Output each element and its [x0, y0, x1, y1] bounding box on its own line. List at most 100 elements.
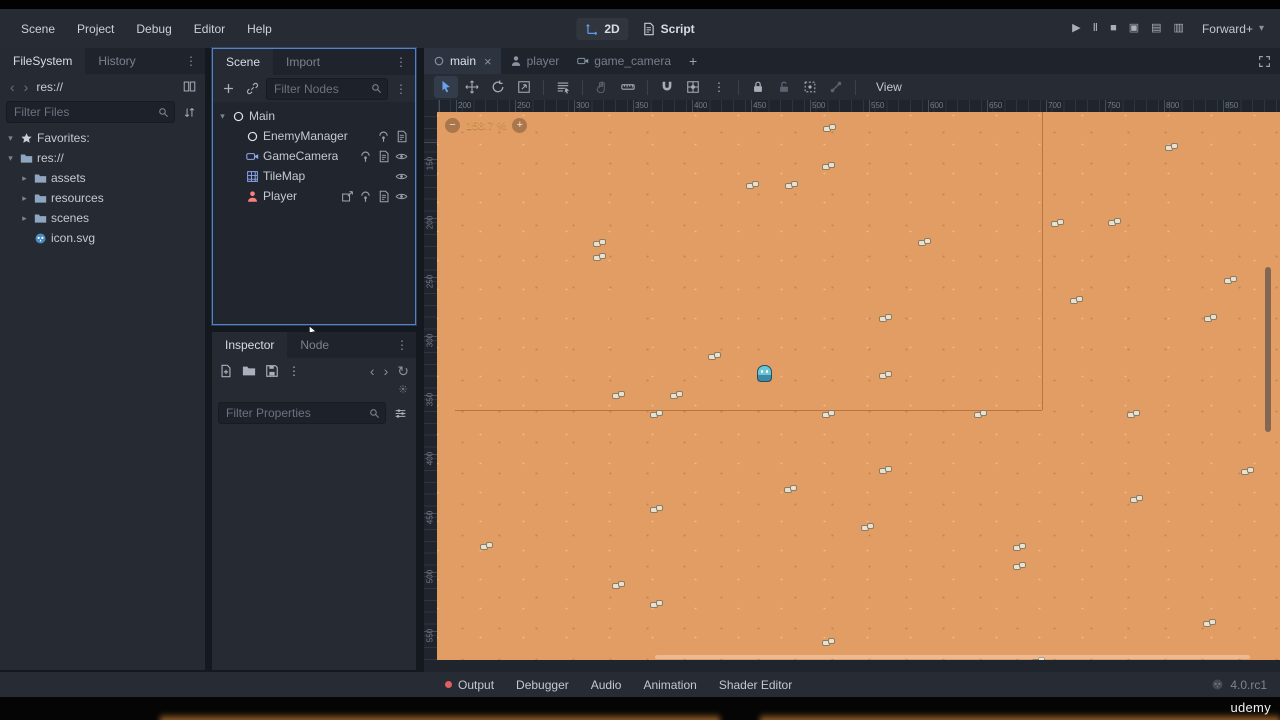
expander-icon[interactable]: ▸: [19, 173, 30, 184]
select-tool[interactable]: [434, 76, 458, 98]
scene-node-main[interactable]: ▾ Main: [213, 106, 415, 126]
filesystem-tab-history[interactable]: History: [85, 48, 148, 74]
list-select-tool[interactable]: [551, 76, 575, 98]
new-resource-button[interactable]: [219, 364, 233, 378]
expander-icon[interactable]: ▸: [19, 193, 30, 204]
renderer-select[interactable]: Forward+ ▾: [1202, 22, 1264, 36]
history-back-button[interactable]: ‹: [370, 363, 375, 379]
pause-button[interactable]: Ⅱ: [1087, 19, 1104, 38]
filter-nodes-input[interactable]: [267, 81, 387, 96]
split-view-button[interactable]: [180, 80, 199, 93]
grid-snap-toggle[interactable]: [681, 76, 705, 98]
menu-scene[interactable]: Scene: [10, 18, 66, 40]
sort-files-button[interactable]: [180, 106, 199, 119]
zoom-in-button[interactable]: +: [512, 118, 528, 133]
inspector-tab-node[interactable]: Node: [287, 332, 342, 358]
connection-icon[interactable]: [359, 150, 372, 163]
expand-viewport-button[interactable]: [1249, 48, 1280, 74]
object-options-button[interactable]: [398, 384, 408, 400]
load-resource-button[interactable]: [242, 364, 256, 378]
play-custom-scene-button[interactable]: ▤: [1145, 19, 1167, 38]
nav-forward-button[interactable]: ›: [20, 79, 33, 95]
scene-node-enemymanager[interactable]: EnemyManager: [213, 126, 415, 146]
fstree-item-scenes[interactable]: ▸ scenes: [0, 208, 205, 228]
expander-icon[interactable]: ▸: [19, 213, 30, 224]
script-icon[interactable]: [395, 130, 408, 143]
fstree-item-favorites[interactable]: ▾ Favorites:: [0, 128, 205, 148]
add-node-button[interactable]: [218, 79, 238, 99]
scene-dock-tab-scene[interactable]: Scene: [213, 49, 274, 75]
fstree-item-res[interactable]: ▾ res://: [0, 148, 205, 168]
zoom-out-button[interactable]: −: [445, 118, 460, 133]
property-filter-options-button[interactable]: [391, 407, 410, 420]
movie-maker-button[interactable]: ▥: [1168, 19, 1190, 38]
scene-tree-menu[interactable]: ⋮: [392, 82, 410, 96]
save-resource-button[interactable]: [265, 364, 279, 378]
rotate-tool[interactable]: [486, 76, 510, 98]
scene-node-gamecamera[interactable]: GameCamera: [213, 146, 415, 166]
move-tool[interactable]: [460, 76, 484, 98]
vertical-scrollbar[interactable]: [1265, 267, 1271, 432]
bottom-panel-shader-editor[interactable]: Shader Editor: [708, 672, 803, 697]
connection-icon[interactable]: [359, 190, 372, 203]
menu-debug[interactable]: Debug: [125, 18, 182, 40]
pan-tool[interactable]: [590, 76, 614, 98]
nav-back-button[interactable]: ‹: [6, 79, 19, 95]
expander-icon[interactable]: ▾: [217, 111, 228, 122]
connection-icon[interactable]: [377, 130, 390, 143]
bottom-panel-animation[interactable]: Animation: [632, 672, 707, 697]
script-icon[interactable]: [377, 190, 390, 203]
bottom-panel-debugger[interactable]: Debugger: [505, 672, 580, 697]
menu-editor[interactable]: Editor: [183, 18, 236, 40]
scale-tool[interactable]: [512, 76, 536, 98]
instance-scene-button[interactable]: [242, 79, 262, 99]
scene-tab-game-camera[interactable]: game_camera: [568, 48, 680, 74]
lock-button[interactable]: [746, 76, 770, 98]
filter-properties-input[interactable]: [219, 406, 385, 420]
resource-options-menu[interactable]: ⋮: [288, 364, 300, 378]
openscene-icon[interactable]: [341, 190, 354, 203]
unlock-button[interactable]: [772, 76, 796, 98]
close-tab-icon[interactable]: ×: [484, 54, 492, 69]
expander-icon[interactable]: ▾: [5, 153, 16, 164]
menu-project[interactable]: Project: [66, 18, 125, 40]
play-scene-button[interactable]: ▣: [1123, 19, 1145, 38]
script-icon[interactable]: [377, 150, 390, 163]
bottom-panel-audio[interactable]: Audio: [580, 672, 633, 697]
fstree-item-resources[interactable]: ▸ resources: [0, 188, 205, 208]
scene-dock-tab-import[interactable]: Import: [273, 49, 333, 75]
scene-node-tilemap[interactable]: TileMap: [213, 166, 415, 186]
menu-help[interactable]: Help: [236, 18, 283, 40]
scene-tab-player[interactable]: player: [501, 48, 569, 74]
snap-options-menu[interactable]: ⋮: [707, 76, 731, 98]
filesystem-tab-filesystem[interactable]: FileSystem: [0, 48, 86, 74]
inspector-tab-inspector[interactable]: Inspector: [212, 332, 288, 358]
filter-files-input[interactable]: [7, 105, 174, 119]
eye-icon[interactable]: [395, 170, 408, 183]
ruler-tool[interactable]: [616, 76, 640, 98]
inspector-dock-menu[interactable]: ⋮: [388, 332, 416, 358]
view-menu-button[interactable]: View: [866, 80, 912, 94]
skeleton-menu[interactable]: [824, 76, 848, 98]
history-forward-button[interactable]: ›: [384, 363, 389, 379]
scene-dock-menu[interactable]: ⋮: [387, 49, 415, 75]
play-button[interactable]: ▶: [1066, 19, 1086, 38]
smart-snap-toggle[interactable]: [655, 76, 679, 98]
fstree-item-assets[interactable]: ▸ assets: [0, 168, 205, 188]
eye-icon[interactable]: [395, 150, 408, 163]
workspace-2d-button[interactable]: 2D: [576, 17, 629, 40]
workspace-script-button[interactable]: Script: [633, 18, 704, 40]
stop-button[interactable]: ■: [1104, 19, 1123, 38]
zoom-level[interactable]: 158.7 %: [466, 120, 506, 132]
filesystem-dock-menu[interactable]: ⋮: [177, 48, 205, 74]
expander-icon[interactable]: ▾: [5, 133, 16, 144]
eye-icon[interactable]: [395, 190, 408, 203]
add-scene-tab-button[interactable]: +: [680, 48, 706, 74]
bottom-panel-output[interactable]: Output: [434, 672, 505, 697]
object-history-button[interactable]: ↻: [397, 363, 409, 380]
scene-node-player[interactable]: Player: [213, 186, 415, 206]
fstree-item-icon-svg[interactable]: icon.svg: [0, 228, 205, 248]
horizontal-scrollbar[interactable]: [655, 655, 1250, 659]
canvas-2d[interactable]: − 158.7 % +: [437, 112, 1280, 660]
scene-tab-main[interactable]: main ×: [424, 48, 501, 74]
